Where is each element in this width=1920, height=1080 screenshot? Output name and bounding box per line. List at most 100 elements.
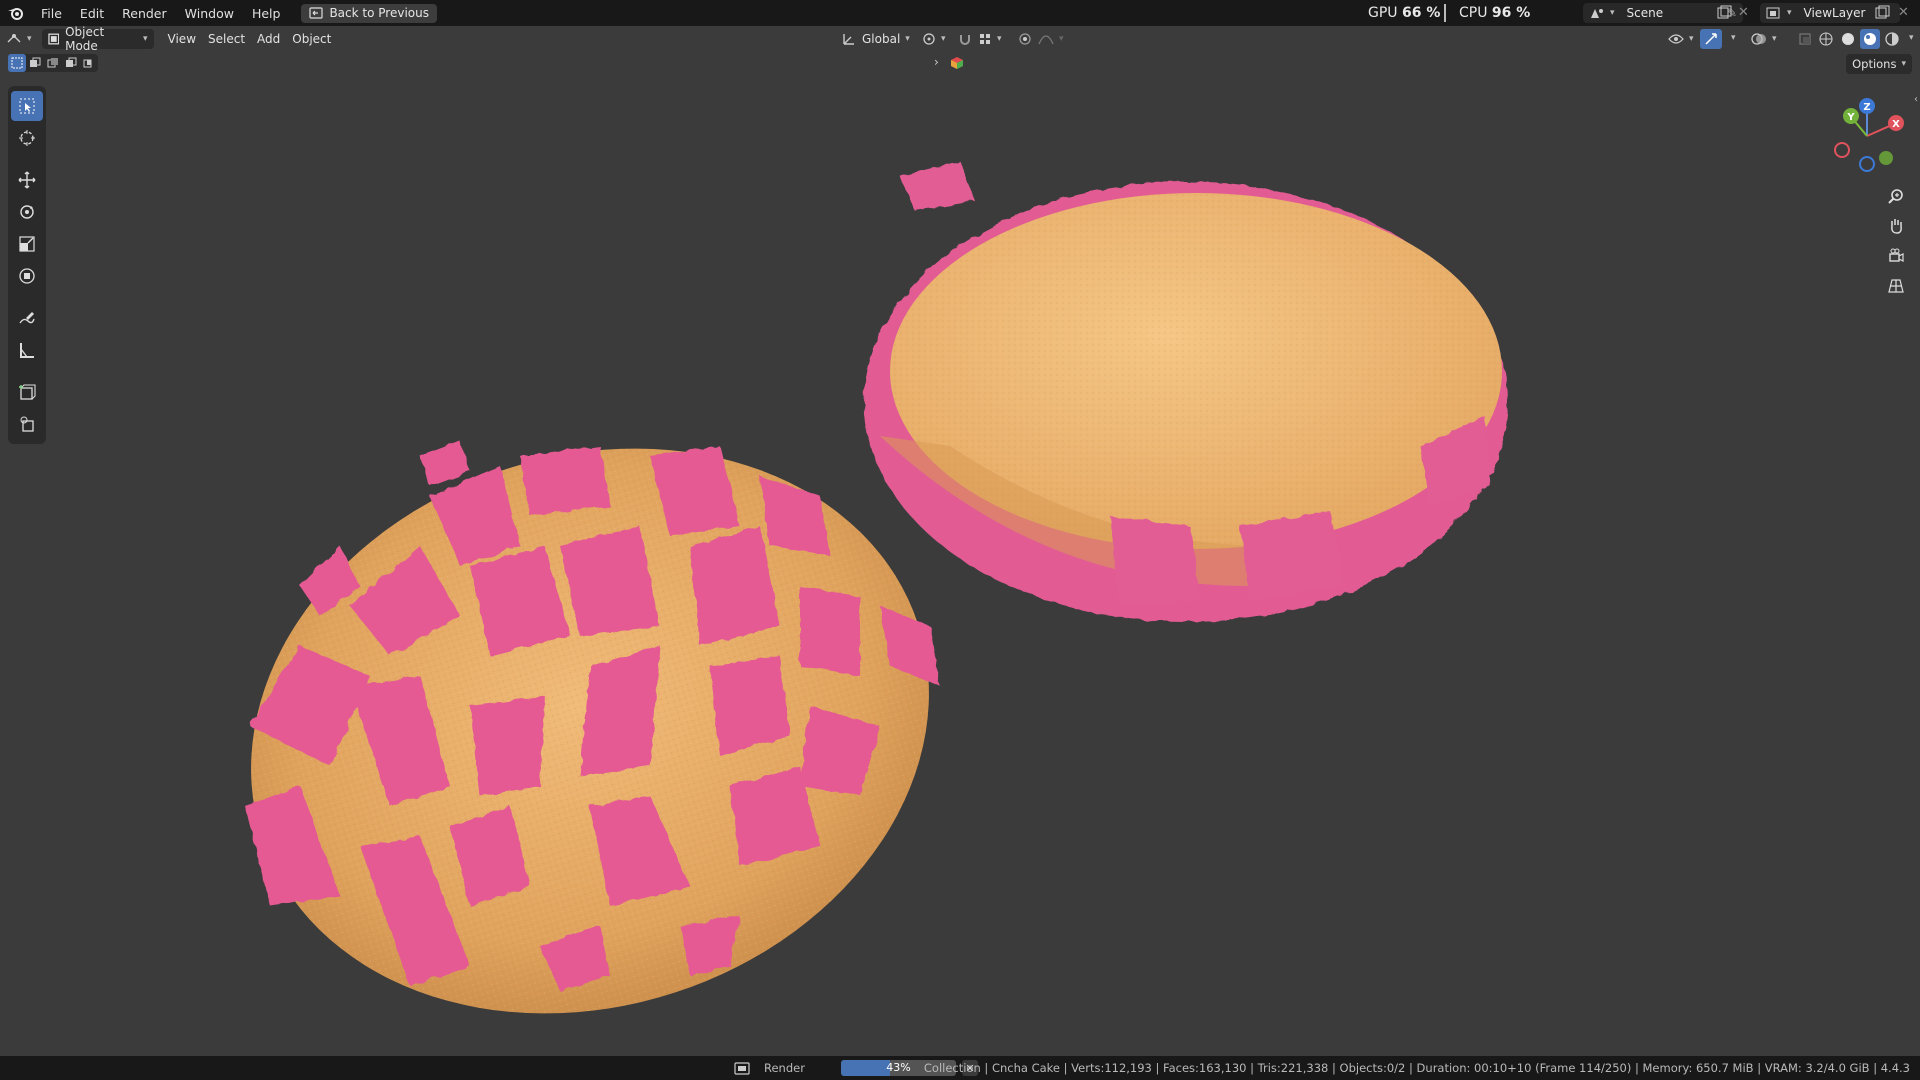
select-subtract-icon[interactable] <box>44 54 62 72</box>
gizmo-chevron-icon[interactable]: ▾ <box>1731 33 1736 43</box>
delete-view-layer-icon[interactable]: ✕ <box>1898 5 1909 20</box>
concha-bottom-object[interactable] <box>864 161 1508 622</box>
options-label: Options <box>1852 57 1897 71</box>
editor-type-selector[interactable]: ▾ <box>0 29 38 49</box>
back-to-previous-button[interactable]: Back to Previous <box>301 3 437 23</box>
falloff-dropdown[interactable]: ▾ <box>1032 29 1070 49</box>
cursor-tool[interactable] <box>11 123 43 153</box>
measure-tool[interactable] <box>11 335 43 365</box>
menu-window[interactable]: Window <box>176 6 243 21</box>
material-preview-shading-icon[interactable] <box>1860 29 1880 49</box>
scale-tool[interactable] <box>11 229 43 259</box>
tool-shelf <box>8 86 46 444</box>
annotate-tool[interactable] <box>11 303 43 333</box>
gizmo-neg-x[interactable] <box>1834 142 1850 158</box>
add-object-tool[interactable] <box>11 409 43 439</box>
add-cube-tool[interactable] <box>11 377 43 407</box>
new-view-layer-icon[interactable] <box>1874 5 1890 21</box>
select-box-tool[interactable] <box>11 91 43 121</box>
orientation-icon <box>843 34 854 45</box>
options-chevron-icon: ▾ <box>1901 59 1906 69</box>
scene-name[interactable]: Scene <box>1627 6 1664 20</box>
camera-view-icon[interactable] <box>1882 242 1910 270</box>
overlays-chevron-icon: ▾ <box>1772 34 1777 44</box>
snap-target-dropdown[interactable]: ▾ <box>972 29 1008 49</box>
pivot-chevron-icon: ▾ <box>941 34 946 44</box>
menu-help[interactable]: Help <box>243 6 290 21</box>
scene-icon <box>1591 9 1603 18</box>
gizmo-x-label: X <box>1892 119 1900 130</box>
move-icon <box>18 171 36 189</box>
select-new-icon[interactable] <box>8 54 26 72</box>
new-scene-icon[interactable] <box>1716 5 1732 21</box>
overlays-icon <box>1751 33 1766 45</box>
transform-icon <box>19 268 35 284</box>
gizmo-neg-y[interactable] <box>1879 151 1893 165</box>
gizmo-toggle[interactable] <box>1700 29 1722 49</box>
menu-file[interactable]: File <box>32 6 71 21</box>
3d-viewport[interactable]: ▾ Object Mode ▾ View Select Add Object G… <box>0 26 1920 1056</box>
snap-chevron-icon: ▾ <box>997 34 1002 44</box>
gizmo-neg-z[interactable] <box>1859 156 1875 172</box>
add-object-icon <box>20 416 34 432</box>
rotate-tool[interactable] <box>11 197 43 227</box>
view-layer-chevron-icon: ▾ <box>1787 8 1792 18</box>
solid-shading-icon[interactable] <box>1838 29 1858 49</box>
shading-chevron-icon[interactable]: ▾ <box>1909 33 1914 49</box>
3d-cursor-icon <box>19 130 35 146</box>
view-layer-name[interactable]: ViewLayer <box>1804 6 1866 20</box>
perspective-grid-icon[interactable] <box>1882 272 1910 300</box>
object-mode-dropdown[interactable]: Object Mode ▾ <box>41 26 154 53</box>
selection-mode-group <box>8 54 98 72</box>
menu-view[interactable]: View <box>162 29 202 49</box>
rendered-shading-icon[interactable] <box>1882 29 1902 49</box>
proportional-edit-icon <box>1019 33 1031 45</box>
render-window-icon[interactable] <box>734 1061 750 1075</box>
shading-mode-group: ▾ <box>1816 29 1914 49</box>
pan-hand-icon[interactable] <box>1882 212 1910 240</box>
zoom-icon[interactable] <box>1882 182 1910 210</box>
3d-viewport-icon <box>7 34 21 43</box>
editor-type-chevron-icon: ▾ <box>27 34 32 44</box>
object-mode-icon <box>47 33 59 45</box>
overlays-toggle[interactable]: ▾ <box>1745 29 1783 49</box>
menu-edit[interactable]: Edit <box>71 6 113 21</box>
move-tool[interactable] <box>11 165 43 195</box>
navigation-gizmo[interactable]: Z X Y <box>1820 94 1910 194</box>
ruler-icon <box>20 343 34 358</box>
pivot-point-dropdown[interactable]: ▾ <box>916 29 952 49</box>
back-icon <box>309 7 324 19</box>
xray-icon <box>1799 33 1811 45</box>
add-cube-icon <box>19 384 36 400</box>
menu-select[interactable]: Select <box>202 29 251 49</box>
gpu-usage: GPU 66 % <box>1368 5 1441 21</box>
options-dropdown[interactable]: Options ▾ <box>1846 54 1912 74</box>
viewport-header: ▾ Object Mode ▾ View Select Add Object G… <box>0 26 1920 53</box>
wireframe-shading-icon[interactable] <box>1816 29 1836 49</box>
delete-scene-icon[interactable]: ✕ <box>1738 5 1749 20</box>
cursor-select-icon <box>19 98 35 114</box>
menu-render[interactable]: Render <box>113 6 176 21</box>
menu-object[interactable]: Object <box>286 29 337 49</box>
transform-orientation-dropdown[interactable]: Global ▾ <box>836 29 916 49</box>
snap-grid-icon <box>980 34 990 44</box>
blender-logo-icon[interactable] <box>0 0 32 26</box>
sidebar-toggle-icon[interactable]: ‹ <box>1914 94 1918 105</box>
annotate-pencil-icon <box>19 312 35 324</box>
transform-tool[interactable] <box>11 261 43 291</box>
back-to-previous-label: Back to Previous <box>329 6 429 20</box>
menu-add[interactable]: Add <box>251 29 286 49</box>
visibility-dropdown[interactable]: ▾ <box>1662 29 1700 49</box>
orientation-chevron-icon: ▾ <box>905 34 910 44</box>
select-intersect-icon[interactable] <box>80 54 98 72</box>
collapse-arrow-icon[interactable]: › <box>934 55 939 69</box>
top-menu-bar: File Edit Render Window Help Back to Pre… <box>0 0 1920 26</box>
xray-toggle[interactable] <box>1792 29 1818 49</box>
asset-shelf-icon[interactable] <box>950 56 964 70</box>
render-label: Render <box>764 1061 805 1075</box>
viewport-scene <box>245 161 1508 1014</box>
select-difference-icon[interactable] <box>62 54 80 72</box>
view-layer-icon <box>1766 7 1780 19</box>
object-mode-chevron-icon: ▾ <box>143 34 148 44</box>
select-extend-icon[interactable] <box>26 54 44 72</box>
